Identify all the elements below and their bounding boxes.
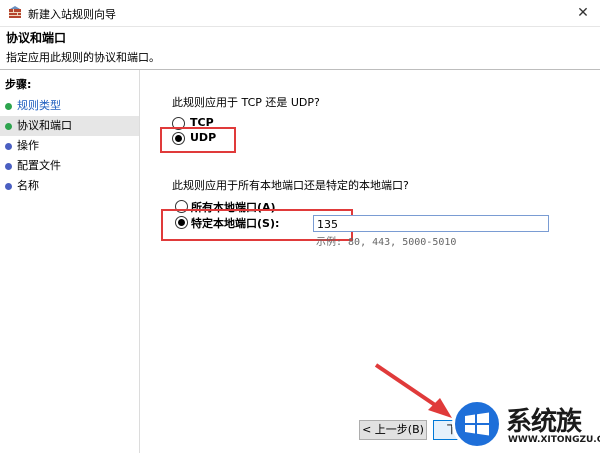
port-number-input[interactable]: 135 xyxy=(313,215,549,232)
watermark-text: 系统族 xyxy=(506,407,582,437)
sidebar-item-protocol-ports[interactable]: 协议和端口 xyxy=(0,116,139,136)
title-bar: 新建入站规则向导 ✕ xyxy=(0,0,600,27)
site-watermark: 系统族 WWW.XITONGZU.COM xyxy=(448,395,600,453)
steps-sidebar: 步骤: 规则类型 协议和端口 操作 配置文件 名称 xyxy=(0,70,140,453)
sidebar-item-name[interactable]: 名称 xyxy=(0,176,139,196)
window-title: 新建入站规则向导 xyxy=(28,8,116,21)
back-button[interactable]: < 上一步(B) xyxy=(359,420,427,440)
watermark-url: WWW.XITONGZU.COM xyxy=(508,435,600,445)
sidebar-item-label: 操作 xyxy=(17,139,39,152)
windows-logo-icon xyxy=(452,399,502,449)
close-button[interactable]: ✕ xyxy=(566,0,600,26)
port-example-text: 示例: 80, 443, 5000-5010 xyxy=(316,237,457,248)
close-icon: ✕ xyxy=(577,5,589,21)
sidebar-item-label: 规则类型 xyxy=(17,99,61,112)
ports-question: 此规则应用于所有本地端口还是特定的本地端口? xyxy=(172,179,409,192)
firewall-app-icon xyxy=(9,6,21,18)
page-subtitle: 指定应用此规则的协议和端口。 xyxy=(6,51,160,64)
steps-title: 步骤: xyxy=(5,78,32,91)
wizard-header: 协议和端口 指定应用此规则的协议和端口。 xyxy=(0,27,600,70)
sidebar-item-rule-type[interactable]: 规则类型 xyxy=(0,96,139,116)
step-status-dot-icon xyxy=(5,103,12,110)
sidebar-item-action[interactable]: 操作 xyxy=(0,136,139,156)
sidebar-item-label: 名称 xyxy=(17,179,39,192)
protocol-question: 此规则应用于 TCP 还是 UDP? xyxy=(172,96,320,109)
sidebar-item-label: 配置文件 xyxy=(17,159,61,172)
step-status-dot-icon xyxy=(5,123,12,130)
step-status-dot-icon xyxy=(5,143,12,150)
step-status-dot-icon xyxy=(5,163,12,170)
udp-highlight-box xyxy=(160,127,236,153)
sidebar-item-profile[interactable]: 配置文件 xyxy=(0,156,139,176)
page-title: 协议和端口 xyxy=(6,31,67,45)
step-status-dot-icon xyxy=(5,183,12,190)
sidebar-item-label: 协议和端口 xyxy=(17,119,72,132)
